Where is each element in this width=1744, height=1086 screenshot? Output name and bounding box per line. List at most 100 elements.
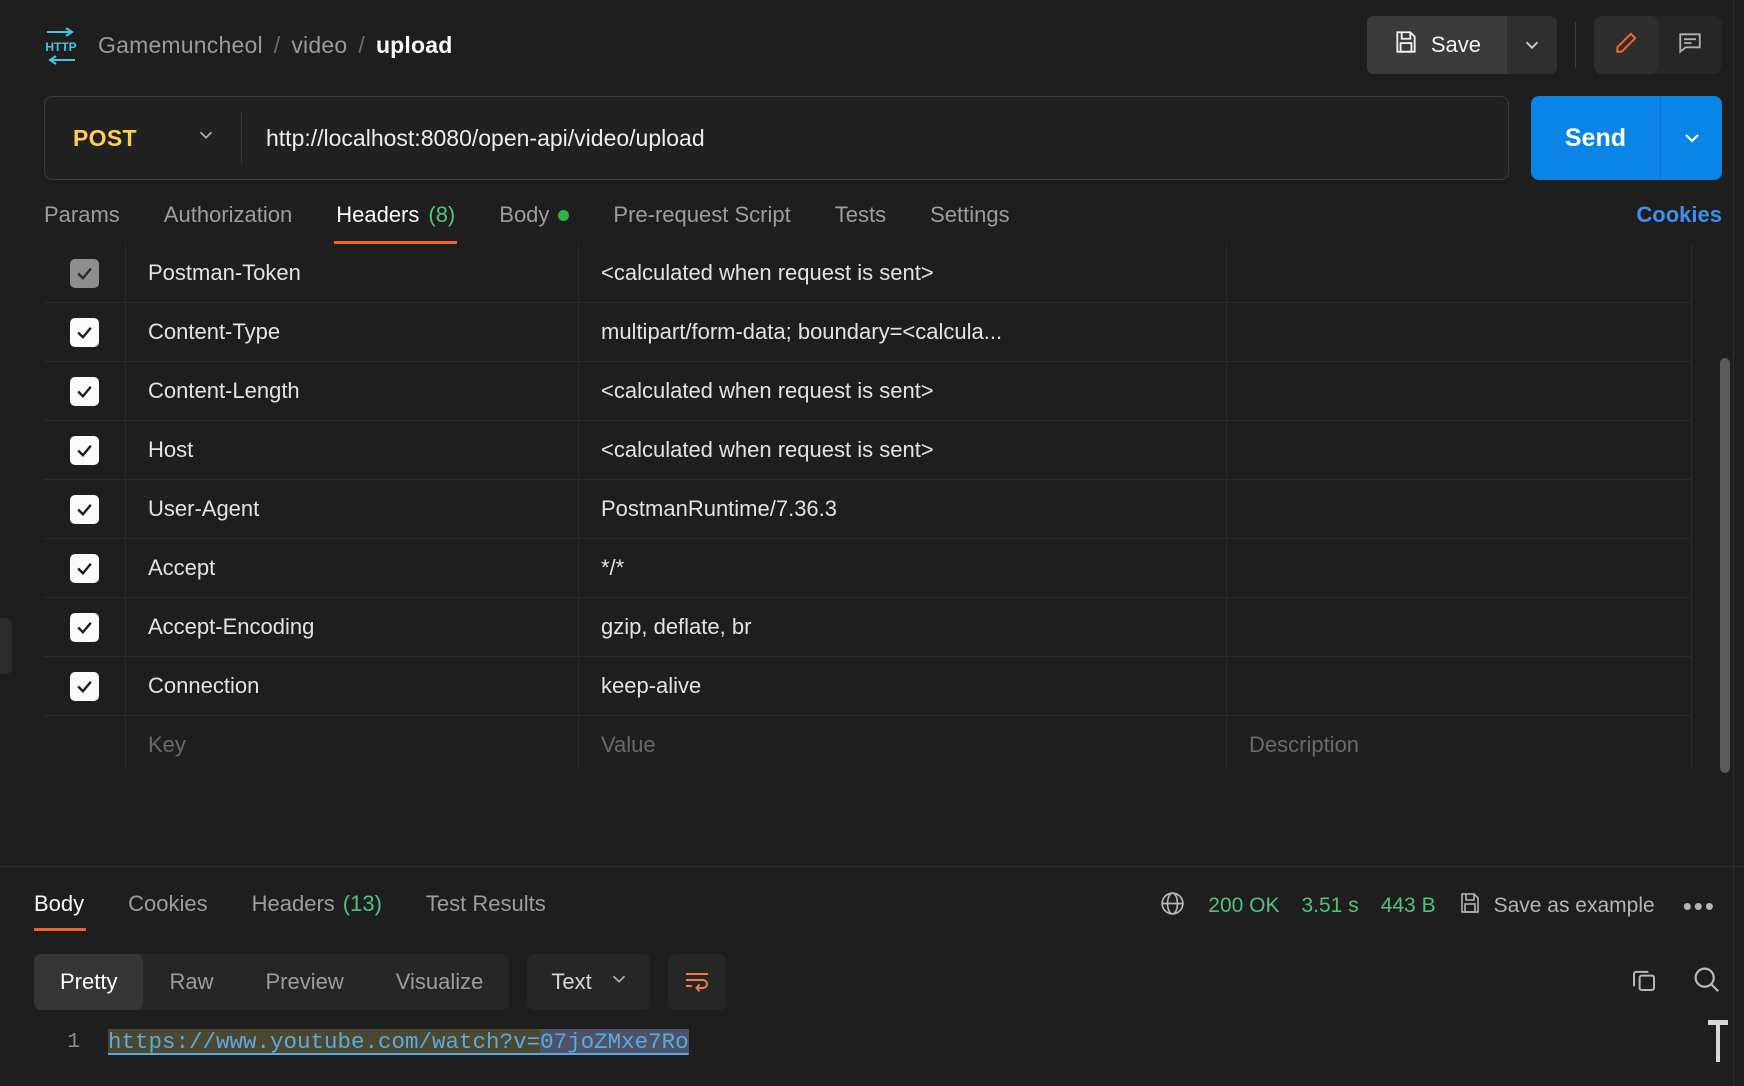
table-row[interactable]: Content-Length <calculated when request …	[44, 362, 1691, 421]
row-checkbox-cell	[44, 716, 126, 769]
headers-vertical-scrollbar[interactable]	[1720, 358, 1730, 773]
tab-settings[interactable]: Settings	[908, 202, 1032, 244]
response-tab-headers[interactable]: Headers (13)	[230, 891, 404, 931]
toolbar-divider	[1575, 22, 1576, 68]
row-checkbox[interactable]	[70, 377, 99, 406]
save-button[interactable]: Save	[1367, 16, 1507, 74]
response-tab-body[interactable]: Body	[34, 891, 106, 931]
view-raw[interactable]: Raw	[143, 954, 239, 1010]
row-checkbox[interactable]	[70, 554, 99, 583]
header-value-cell[interactable]: <calculated when request is sent>	[579, 362, 1227, 420]
tab-tests[interactable]: Tests	[813, 202, 908, 244]
table-row[interactable]: User-Agent PostmanRuntime/7.36.3	[44, 480, 1691, 539]
globe-icon[interactable]	[1159, 890, 1186, 922]
header-value-cell[interactable]: keep-alive	[579, 657, 1227, 715]
header-description[interactable]	[1227, 657, 1691, 715]
tab-pre-request-script[interactable]: Pre-request Script	[591, 202, 812, 244]
row-checkbox[interactable]	[70, 318, 99, 347]
view-pretty[interactable]: Pretty	[34, 954, 143, 1010]
tab-body[interactable]: Body	[477, 202, 591, 244]
view-preview[interactable]: Preview	[239, 954, 369, 1010]
save-as-example-button[interactable]: Save as example	[1458, 891, 1655, 921]
header-value-cell[interactable]: PostmanRuntime/7.36.3	[579, 480, 1227, 538]
header-value-cell[interactable]: <calculated when request is sent>	[579, 244, 1227, 302]
http-method-selector[interactable]: POST	[45, 97, 241, 179]
comment-icon	[1677, 30, 1703, 61]
request-tabs: Params Authorization Headers (8) Body Pr…	[0, 186, 1744, 244]
row-checkbox[interactable]	[70, 259, 99, 288]
response-tab-cookies[interactable]: Cookies	[106, 891, 229, 931]
breadcrumb-item-workspace[interactable]: Gamemuncheol	[98, 32, 263, 59]
header-value-cell[interactable]: */*	[579, 539, 1227, 597]
http-protocol-icon: HTTP	[44, 25, 78, 65]
header-description[interactable]	[1227, 539, 1691, 597]
text-cursor	[1716, 1022, 1720, 1062]
window-right-edge	[1733, 0, 1734, 1086]
save-dropdown-button[interactable]	[1507, 16, 1557, 74]
tab-params[interactable]: Params	[44, 202, 142, 244]
header-key[interactable]: Accept-Encoding	[126, 598, 579, 656]
header-key[interactable]: Host	[126, 421, 579, 479]
row-checkbox[interactable]	[70, 613, 99, 642]
tab-authorization[interactable]: Authorization	[142, 202, 314, 244]
table-row[interactable]: Content-Type multipart/form-data; bounda…	[44, 303, 1691, 362]
response-more-menu-button[interactable]: •••	[1677, 891, 1722, 922]
url-input[interactable]	[242, 125, 1508, 152]
row-checkbox-cell	[44, 421, 126, 479]
table-row[interactable]: Accept-Encoding gzip, deflate, br	[44, 598, 1691, 657]
new-key-input[interactable]: Key	[126, 716, 579, 769]
table-row[interactable]: Host <calculated when request is sent>	[44, 421, 1691, 480]
response-body-link[interactable]: https://www.youtube.com/watch?v=07joZMxe…	[108, 1029, 689, 1055]
pencil-icon	[1613, 30, 1639, 61]
sidebar-resize-handle[interactable]	[0, 618, 12, 674]
table-row[interactable]: Postman-Token <calculated when request i…	[44, 244, 1691, 303]
header-key[interactable]: Accept	[126, 539, 579, 597]
header-value: */*	[601, 555, 624, 581]
tab-label: Test Results	[426, 891, 546, 917]
cookies-link[interactable]: Cookies	[1636, 202, 1722, 244]
edit-button[interactable]	[1594, 16, 1658, 74]
header-key[interactable]: Postman-Token	[126, 244, 579, 302]
top-bar-actions: Save	[1367, 16, 1722, 74]
svg-text:HTTP: HTTP	[45, 40, 76, 54]
header-description[interactable]	[1227, 480, 1691, 538]
status-code: 200 OK	[1208, 894, 1279, 918]
new-description-input[interactable]: Description	[1227, 716, 1691, 769]
body-format-selector[interactable]: Text	[527, 954, 649, 1010]
new-value-input[interactable]: Value	[579, 716, 1227, 769]
search-icon[interactable]	[1691, 964, 1722, 1000]
header-description[interactable]	[1227, 598, 1691, 656]
header-description[interactable]	[1227, 362, 1691, 420]
row-checkbox[interactable]	[70, 672, 99, 701]
table-row-new[interactable]: Key Value Description	[44, 716, 1691, 769]
table-row[interactable]: Connection keep-alive	[44, 657, 1691, 716]
copy-icon[interactable]	[1629, 965, 1659, 1000]
header-description[interactable]	[1227, 244, 1691, 302]
row-checkbox-cell	[44, 539, 126, 597]
row-checkbox[interactable]	[70, 495, 99, 524]
send-dropdown-button[interactable]	[1660, 96, 1722, 180]
row-checkbox[interactable]	[70, 436, 99, 465]
header-value-cell[interactable]: <calculated when request is sent>	[579, 421, 1227, 479]
header-value-cell[interactable]: multipart/form-data; boundary=<calcula..…	[579, 303, 1227, 361]
comment-button[interactable]	[1658, 16, 1722, 74]
send-button[interactable]: Send	[1531, 96, 1660, 180]
response-tab-test-results[interactable]: Test Results	[404, 891, 568, 931]
word-wrap-toggle[interactable]	[668, 954, 726, 1010]
code-line[interactable]: 1 https://www.youtube.com/watch?v=07joZM…	[0, 1020, 1744, 1064]
breadcrumb-item-folder[interactable]: video	[291, 32, 347, 59]
header-key[interactable]: Content-Length	[126, 362, 579, 420]
header-description[interactable]	[1227, 421, 1691, 479]
table-row[interactable]: Accept */*	[44, 539, 1691, 598]
header-key[interactable]: Connection	[126, 657, 579, 715]
view-visualize[interactable]: Visualize	[370, 954, 510, 1010]
header-key[interactable]: User-Agent	[126, 480, 579, 538]
row-checkbox-cell	[44, 244, 126, 302]
breadcrumb-item-request[interactable]: upload	[376, 32, 453, 59]
header-value-cell[interactable]: gzip, deflate, br	[579, 598, 1227, 656]
header-description[interactable]	[1227, 303, 1691, 361]
tab-headers[interactable]: Headers (8)	[314, 202, 477, 244]
breadcrumb-separator: /	[274, 32, 281, 59]
header-key[interactable]: Content-Type	[126, 303, 579, 361]
tab-count: (13)	[343, 891, 382, 917]
